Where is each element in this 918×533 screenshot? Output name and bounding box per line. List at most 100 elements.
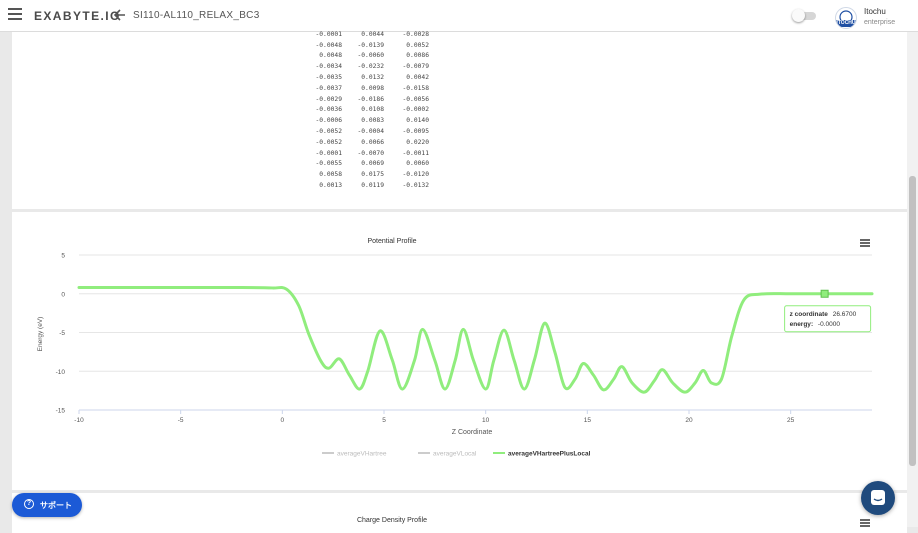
user-org: enterprise [864, 19, 896, 26]
table-cell: 0.0013 [319, 182, 342, 190]
x-tick-label: 5 [382, 417, 386, 424]
table-cell: -0.0002 [402, 106, 429, 114]
results-panel: -0.0001 0.0044 -0.0028 -0.0048 -0.0139 0.0052… [12, 29, 907, 209]
x-axis-ticks: -10 -5 0 5 10 15 20 25 [74, 410, 795, 424]
x-tick-label: 20 [685, 417, 693, 424]
table-row: -0.0052 -0.0004 -0.0095 [312, 126, 429, 137]
y-axis-ticks: 5 0 -5 -10 -15 [56, 253, 66, 415]
table-row: -0.0001 -0.0070 -0.0011 [312, 148, 429, 159]
x-tick-label: 10 [482, 417, 490, 424]
chart-grid [79, 254, 872, 411]
hover-point-marker [820, 289, 829, 298]
x-tick-label: -10 [74, 417, 84, 424]
table-cell: -0.0011 [402, 149, 429, 157]
table-row: -0.0055 0.0069 0.0060 [312, 159, 429, 170]
y-tick-label: -10 [56, 369, 66, 376]
table-cell: -0.0095 [402, 128, 429, 136]
x-tick-label: 0 [281, 417, 285, 424]
y-tick-label: 0 [61, 291, 65, 298]
table-cell: -0.0001 [315, 149, 342, 157]
table-row: -0.0006 0.0083 0.0140 [312, 115, 429, 126]
table-cell: -0.0132 [402, 182, 429, 190]
theme-toggle[interactable] [792, 9, 816, 22]
chart-tooltip: z coordinate 26.6700 energy: -0.0000 [784, 305, 872, 333]
job-title: SI110-AL110_RELAX_BC3 [133, 10, 260, 21]
table-cell: 0.0048 [319, 52, 342, 60]
next-chart-menu-icon[interactable] [860, 519, 870, 527]
table-cell: 0.0069 [361, 160, 384, 168]
table-cell: -0.0055 [315, 160, 342, 168]
table-cell: 0.0108 [361, 106, 384, 114]
table-cell: -0.0052 [315, 128, 342, 136]
tooltip-box [784, 305, 872, 333]
tooltip-y-label: energy [790, 321, 812, 328]
legend-item[interactable]: averageVHartreePlusLocal [508, 451, 591, 458]
table-cell: -0.0028 [402, 30, 429, 38]
table-row: -0.0048 -0.0139 0.0052 [312, 40, 429, 51]
table-cell: -0.0139 [357, 41, 384, 49]
table-cell: 0.0098 [361, 84, 384, 92]
table-cell: -0.0006 [315, 117, 342, 125]
table-cell: -0.0079 [402, 63, 429, 71]
page-scrollbar[interactable] [907, 32, 918, 527]
y-tick-label: 5 [61, 253, 65, 260]
table-cell: -0.0056 [402, 95, 429, 103]
x-tick-label: 15 [584, 417, 592, 424]
chat-button[interactable] [861, 481, 895, 515]
table-cell: 0.0086 [406, 52, 429, 60]
avatar[interactable]: ITOCHU [835, 7, 857, 29]
chat-icon [871, 490, 885, 505]
table-cell: 0.0052 [406, 41, 429, 49]
scrollbar-thumb[interactable] [909, 176, 916, 466]
table-cell: -0.0001 [315, 30, 342, 38]
menu-icon[interactable] [8, 8, 22, 22]
table-row: -0.0037 0.0098 -0.0158 [312, 83, 429, 94]
table-cell: -0.0035 [315, 74, 342, 82]
table-cell: 0.0140 [406, 117, 429, 125]
table-cell: 0.0175 [361, 171, 384, 179]
potential-profile-panel: Potential Profile 5 0 -5 -10 -15 -10 -5 0 5 10 15… [12, 212, 907, 490]
table-row: -0.0052 0.0066 0.0220 [312, 137, 429, 148]
svg-text:z coordinate 26.6700: z coordinate 26.6700 [790, 311, 857, 318]
y-tick-label: -5 [59, 330, 65, 337]
x-tick-label: 25 [787, 417, 795, 424]
chart-legend: averageVHartree averageVLocal averageVHart… [322, 451, 591, 458]
support-label: サポート [40, 501, 72, 510]
table-cell: -0.0060 [357, 52, 384, 60]
table-row: -0.0001 0.0044 -0.0028 [312, 29, 429, 40]
brand-logo[interactable]: EXABYTE.IO [34, 9, 121, 23]
table-cell: -0.0186 [357, 95, 384, 103]
table-cell: -0.0048 [315, 41, 342, 49]
table-cell: 0.0058 [319, 171, 342, 179]
table-row: -0.0035 0.0132 0.0042 [312, 72, 429, 83]
support-button[interactable]: ? サポート [12, 493, 82, 517]
help-icon: ? [24, 499, 34, 509]
avatar-text: ITOCHU [836, 20, 856, 27]
y-axis-label: Energy (eV) [37, 317, 44, 352]
tooltip-x-label: z coordinate [790, 311, 829, 318]
table-cell: -0.0034 [315, 63, 342, 71]
back-arrow-icon[interactable] [113, 7, 127, 23]
user-name[interactable]: Itochu [864, 7, 886, 16]
table-row: 0.0048 -0.0060 0.0086 [312, 51, 429, 62]
potential-profile-chart: 50-5-10-15 -10 -5 0 5 10 15 20 25 Z Coordinate … [37, 253, 874, 458]
table-cell: -0.0004 [357, 128, 384, 136]
table-row: 0.0058 0.0175 -0.0120 [312, 169, 429, 180]
tooltip-y-colon: : [811, 321, 813, 328]
table-cell: -0.0158 [402, 84, 429, 92]
table-cell: 0.0060 [406, 160, 429, 168]
charge-density-panel: Charge Density Profile [12, 493, 907, 533]
legend-item[interactable]: averageVHartree [337, 451, 387, 458]
next-chart-title: Charge Density Profile [356, 517, 428, 524]
toggle-knob[interactable] [792, 9, 805, 22]
table-cell: -0.0029 [315, 95, 342, 103]
legend-item[interactable]: averageVLocal [433, 451, 477, 458]
table-cell: 0.0083 [361, 117, 384, 125]
table-cell: 0.0132 [361, 74, 384, 82]
x-tick-label: -5 [178, 417, 184, 424]
table-row: 0.0013 0.0119 -0.0132 [312, 180, 429, 191]
table-row: -0.0029 -0.0186 -0.0056 [312, 94, 429, 105]
table-cell: 0.0044 [361, 30, 384, 38]
table-row: -0.0034 -0.0232 -0.0079 [312, 61, 429, 72]
table-row: -0.0036 0.0108 -0.0002 [312, 105, 429, 116]
